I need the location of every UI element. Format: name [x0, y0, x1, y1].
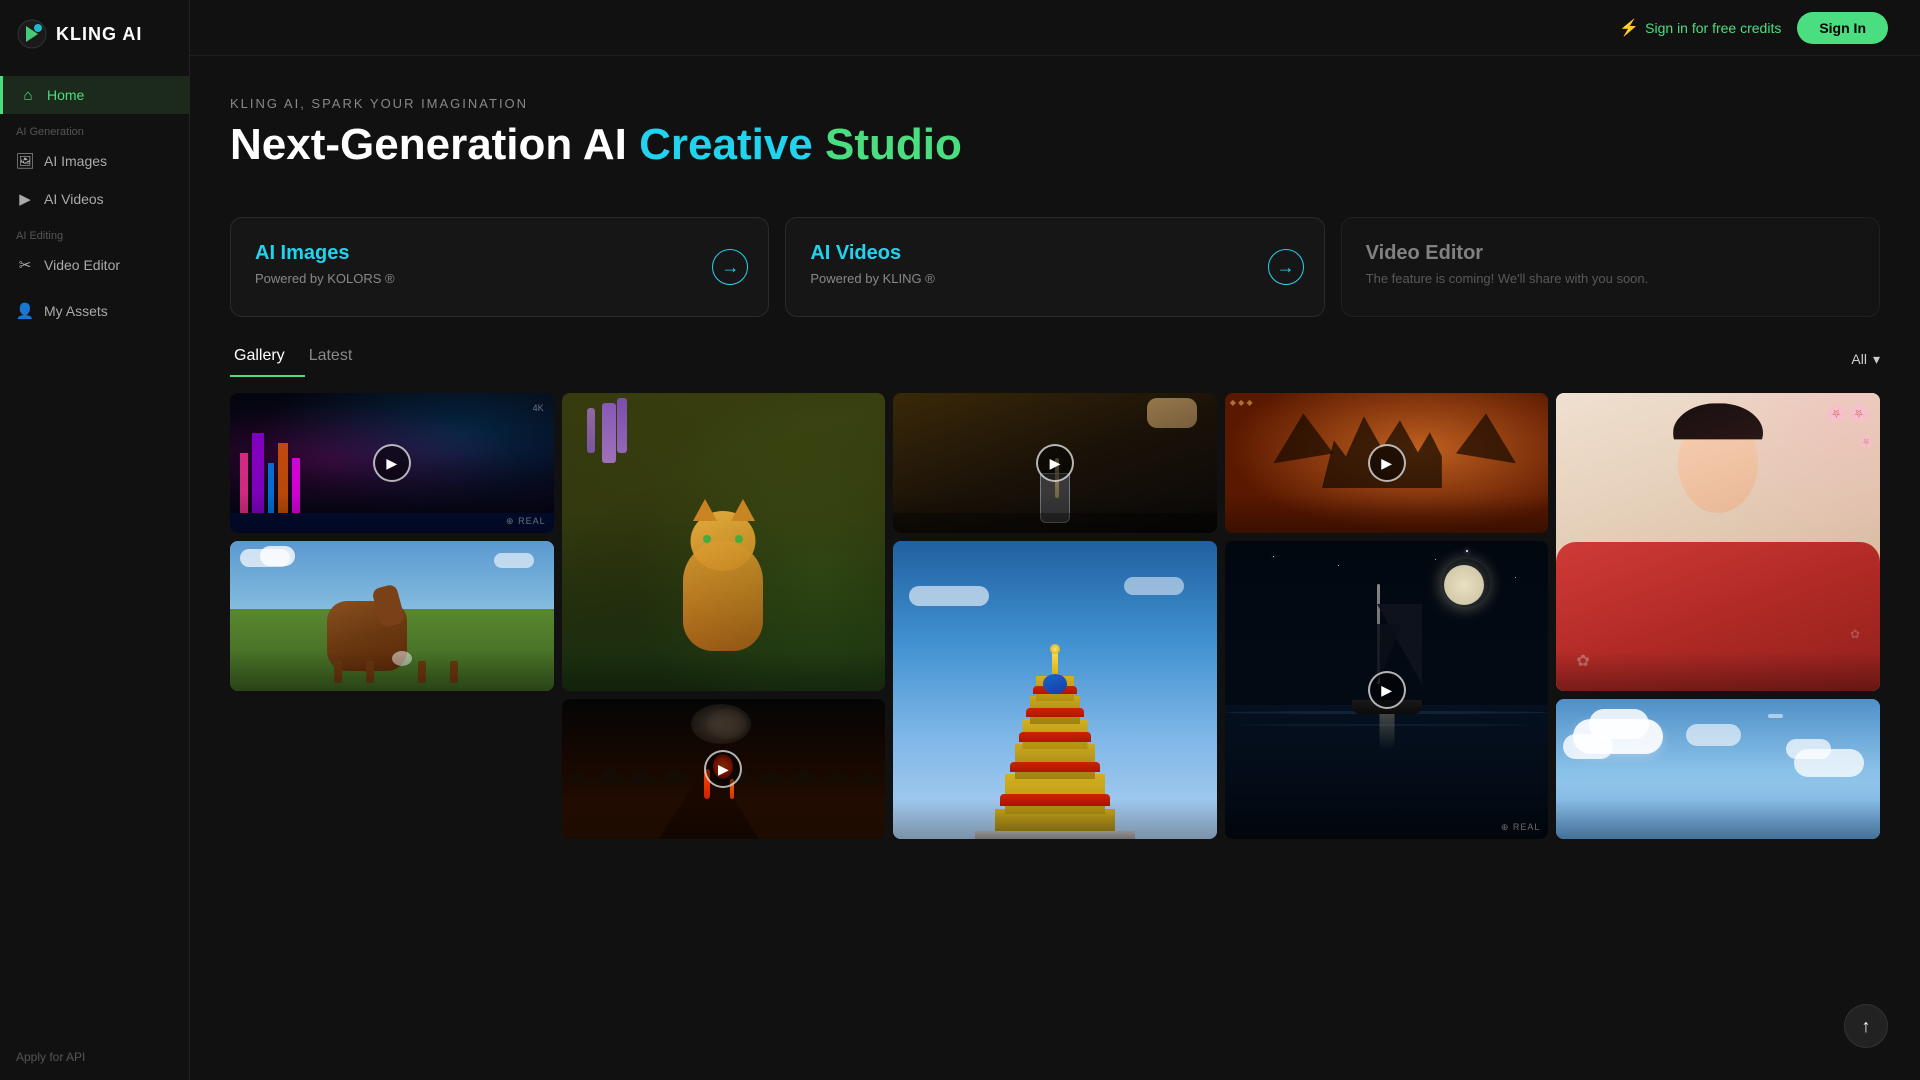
logo[interactable]: KLING AI: [0, 0, 189, 68]
watermark-1: ⊕ REAL: [506, 516, 546, 527]
video-editor-icon: ✂: [16, 256, 34, 274]
ai-videos-icon: ▶: [16, 190, 34, 208]
feature-card-ai-videos[interactable]: AI Videos Powered by KLING ® →: [785, 217, 1324, 317]
gallery-section: Gallery Latest All ▾: [190, 341, 1920, 839]
logo-text: KLING AI: [56, 24, 142, 45]
play-icon-8: ▶: [704, 750, 742, 788]
feature-card-ai-images[interactable]: AI Images Powered by KOLORS ® →: [230, 217, 769, 317]
scroll-top-button[interactable]: ↑: [1844, 1004, 1888, 1048]
sidebar-item-my-assets-label: My Assets: [44, 303, 108, 319]
ai-images-icon: 🖼: [16, 152, 34, 170]
sidebar-nav: ⌂ Home AI Generation 🖼 AI Images ▶ AI Vi…: [0, 68, 189, 1034]
feature-card-ai-videos-arrow[interactable]: →: [1268, 249, 1304, 285]
sign-in-button[interactable]: Sign In: [1797, 12, 1888, 44]
feature-card-ai-images-title: AI Images: [255, 242, 744, 265]
topbar: ⚡ Sign in for free credits Sign In: [190, 0, 1920, 56]
gallery-item-5[interactable]: 🌸🌸 🌸 ✿ ✿: [1556, 393, 1880, 691]
gallery-item-8[interactable]: ▶: [562, 699, 886, 839]
nav-section-ai-editing: AI Editing: [0, 218, 189, 246]
feature-card-ai-images-desc: Powered by KOLORS ®: [255, 271, 744, 286]
my-assets-icon: 👤: [16, 302, 34, 320]
feature-card-ai-videos-title: AI Videos: [810, 242, 1299, 265]
gallery-filter[interactable]: All ▾: [1851, 351, 1880, 368]
sidebar-item-ai-videos-label: AI Videos: [44, 191, 104, 207]
play-icon-1: ▶: [373, 444, 411, 482]
gallery-item-11[interactable]: [1556, 699, 1880, 839]
sidebar-item-ai-videos[interactable]: ▶ AI Videos: [0, 180, 189, 218]
gallery-filter-label: All: [1851, 351, 1867, 367]
gallery-item-1[interactable]: 4K ▶ ⊕ REAL: [230, 393, 554, 533]
sidebar-item-home[interactable]: ⌂ Home: [0, 76, 189, 114]
sidebar: KLING AI ⌂ Home AI Generation 🖼 AI Image…: [0, 0, 190, 1080]
play-icon-4: ▶: [1368, 444, 1406, 482]
feature-card-video-editor-title: Video Editor: [1366, 242, 1855, 265]
sidebar-item-ai-images[interactable]: 🖼 AI Images: [0, 142, 189, 180]
feature-card-ai-videos-desc: Powered by KLING ®: [810, 271, 1299, 286]
sign-free-credits[interactable]: ⚡ Sign in for free credits: [1619, 18, 1781, 38]
gallery-tabs: Gallery Latest: [230, 341, 372, 377]
feature-cards: AI Images Powered by KOLORS ® → AI Video…: [190, 193, 1920, 341]
sidebar-item-video-editor[interactable]: ✂ Video Editor: [0, 246, 189, 284]
gallery-item-6[interactable]: [230, 541, 554, 691]
sign-free-credits-label: Sign in for free credits: [1645, 20, 1781, 36]
sidebar-item-home-label: Home: [47, 87, 84, 103]
sidebar-item-ai-images-label: AI Images: [44, 153, 107, 169]
hero-section: KLING AI, SPARK YOUR IMAGINATION Next-Ge…: [190, 56, 1920, 193]
tab-latest[interactable]: Latest: [305, 341, 373, 377]
hero-title-part3: Studio: [813, 120, 962, 169]
tab-gallery[interactable]: Gallery: [230, 341, 305, 377]
apply-api-link[interactable]: Apply for API: [0, 1034, 189, 1080]
play-icon-10: ▶: [1368, 671, 1406, 709]
feature-card-video-editor: Video Editor The feature is coming! We'l…: [1341, 217, 1880, 317]
gallery-item-3[interactable]: ▶: [893, 393, 1217, 533]
sidebar-item-video-editor-label: Video Editor: [44, 257, 120, 273]
sidebar-item-my-assets[interactable]: 👤 My Assets: [0, 292, 189, 330]
lightning-icon: ⚡: [1619, 18, 1639, 38]
chevron-down-icon: ▾: [1873, 351, 1880, 368]
gallery-grid: 4K ▶ ⊕ REAL: [230, 393, 1880, 839]
main-content: ⚡ Sign in for free credits Sign In KLING…: [190, 0, 1920, 1080]
gallery-header: Gallery Latest All ▾: [230, 341, 1880, 377]
watermark-10: ⊕ REAL: [1501, 822, 1541, 833]
hero-title: Next-Generation AI Creative Studio: [230, 121, 1880, 169]
gallery-item-10[interactable]: ▶ ⊕ REAL: [1225, 541, 1549, 839]
hero-subtitle: KLING AI, SPARK YOUR IMAGINATION: [230, 96, 1880, 111]
gallery-item-9[interactable]: [893, 541, 1217, 839]
logo-icon: [16, 18, 48, 50]
feature-card-video-editor-desc: The feature is coming! We'll share with …: [1366, 271, 1855, 286]
gallery-item-2[interactable]: [562, 393, 886, 691]
gallery-item-4[interactable]: ◆ ◆ ◆ ▶: [1225, 393, 1549, 533]
home-icon: ⌂: [19, 86, 37, 104]
play-icon-3: ▶: [1036, 444, 1074, 482]
hero-title-part1: Next-Generation AI: [230, 120, 639, 169]
nav-section-ai-generation: AI Generation: [0, 114, 189, 142]
feature-card-ai-images-arrow[interactable]: →: [712, 249, 748, 285]
hero-title-part2: Creative: [639, 120, 813, 169]
